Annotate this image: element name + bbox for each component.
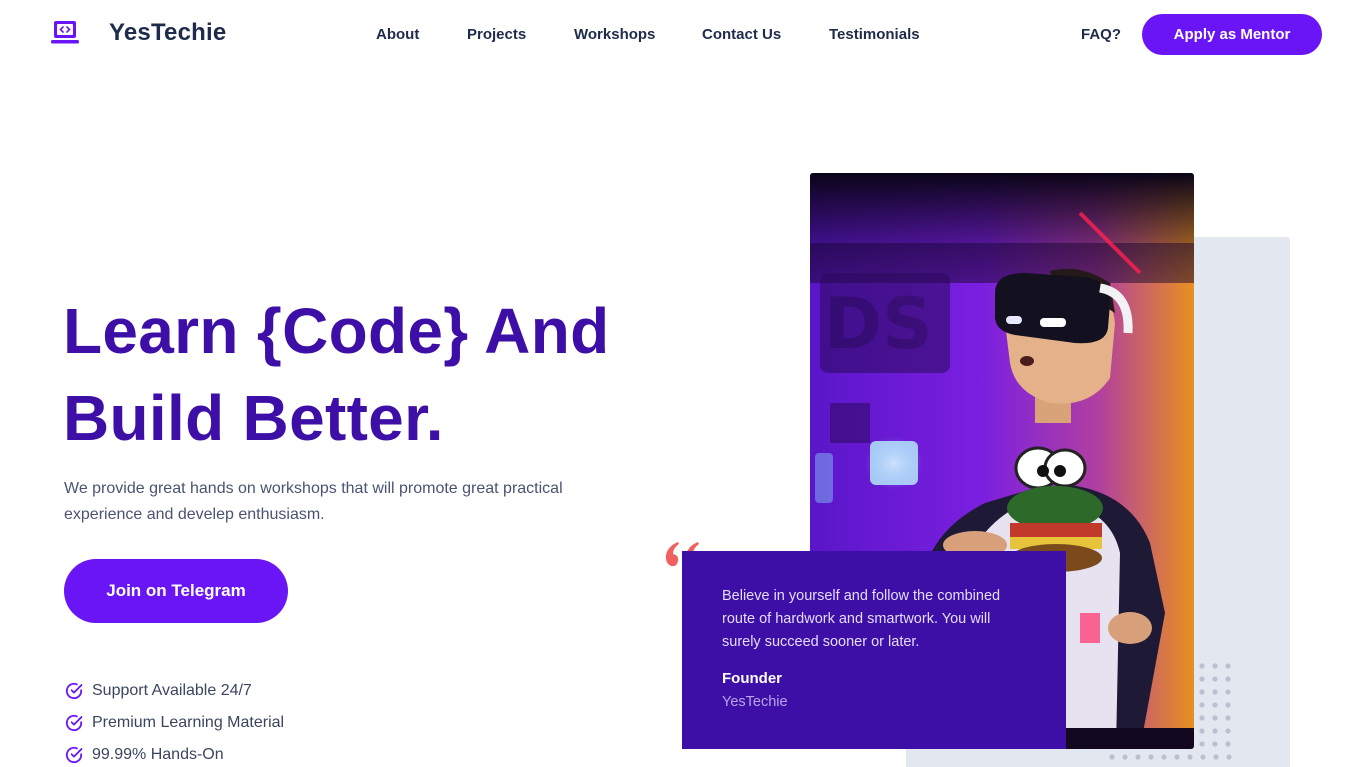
nav-link-contact[interactable]: Contact Us [702, 26, 829, 43]
feature-list: Support Available 24/7 Premium Learning … [64, 675, 284, 767]
testimonial-card: Believe in yourself and follow the combi… [682, 551, 1066, 749]
check-circle-icon [65, 714, 83, 732]
brand-name: YesTechie [109, 19, 227, 46]
nav-link-projects[interactable]: Projects [467, 26, 574, 43]
check-circle-icon [65, 746, 83, 764]
feature-label: Support Available 24/7 [92, 682, 252, 699]
apply-mentor-button[interactable]: Apply as Mentor [1142, 14, 1322, 55]
hero-description: We provide great hands on workshops that… [64, 480, 563, 523]
testimonial-quote: Believe in yourself and follow the combi… [722, 588, 1001, 650]
feature-label: Premium Learning Material [92, 714, 285, 731]
brand-logo[interactable]: YesTechie [50, 18, 226, 48]
top-navbar: YesTechie About Projects Workshops Conta… [0, 0, 1354, 70]
check-circle-icon [65, 682, 83, 700]
hero-heading: Learn {Code} And Build Better. [63, 288, 610, 462]
nav-link-testimonials[interactable]: Testimonials [829, 26, 920, 43]
svg-text:DS: DS [824, 283, 933, 365]
testimonial-author-role: Founder [722, 670, 782, 687]
main-menu: About Projects Workshops Contact Us Test… [376, 26, 920, 43]
feature-item: Support Available 24/7 [64, 675, 284, 707]
join-telegram-button[interactable]: Join on Telegram [64, 559, 288, 623]
feature-item: Premium Learning Material [64, 707, 284, 739]
testimonial-author-org: YesTechie [722, 694, 788, 710]
nav-link-faq[interactable]: FAQ? [1081, 26, 1121, 43]
nav-link-workshops[interactable]: Workshops [574, 26, 702, 43]
laptop-code-icon [51, 21, 79, 44]
hero-heading-line2: Build Better. [63, 382, 444, 454]
feature-item: 99.99% Hands-On [64, 739, 284, 767]
hero-heading-line1: Learn {Code} And [63, 295, 610, 367]
feature-label: 99.99% Hands-On [92, 746, 224, 763]
nav-link-about[interactable]: About [376, 26, 467, 43]
